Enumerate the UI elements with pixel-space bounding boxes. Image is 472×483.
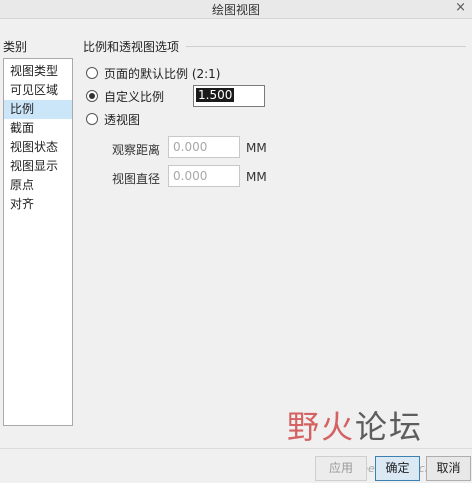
viewing-distance-input: 0.000 bbox=[168, 136, 240, 158]
apply-button[interactable]: 应用 bbox=[315, 456, 367, 481]
perspective-label: 透视图 bbox=[104, 112, 141, 127]
category-list: 视图类型 可见区域 比例 截面 视图状态 视图显示 原点 对齐 bbox=[3, 58, 73, 426]
custom-scale-value: 1.500 bbox=[196, 88, 235, 102]
view-diameter-input: 0.000 bbox=[168, 165, 240, 187]
category-item-origin[interactable]: 原点 bbox=[4, 176, 72, 195]
custom-scale-input[interactable]: 1.500 bbox=[193, 85, 265, 107]
category-item-visible-area[interactable]: 可见区域 bbox=[4, 81, 72, 100]
default-scale-label: 页面的默认比例 (2:1) bbox=[104, 66, 221, 81]
category-label: 类别 bbox=[3, 40, 28, 54]
title-bar: 绘图视图 × bbox=[0, 0, 472, 19]
viewing-distance-label: 观察距离 bbox=[112, 143, 161, 157]
group-title: 比例和透视图选项 bbox=[83, 40, 180, 54]
custom-scale-option[interactable]: 自定义比例 bbox=[86, 88, 164, 104]
perspective-option[interactable]: 透视图 bbox=[86, 111, 140, 127]
custom-scale-label: 自定义比例 bbox=[104, 89, 165, 104]
view-diameter-unit: MM bbox=[246, 170, 267, 184]
category-item-scale[interactable]: 比例 bbox=[4, 100, 72, 119]
cancel-button[interactable]: 取消 bbox=[426, 456, 471, 481]
viewing-distance-unit: MM bbox=[246, 141, 267, 155]
default-scale-option[interactable]: 页面的默认比例 (2:1) bbox=[86, 65, 221, 81]
category-item-view-display[interactable]: 视图显示 bbox=[4, 157, 72, 176]
window-title: 绘图视图 bbox=[211, 3, 260, 17]
group-divider bbox=[186, 46, 466, 47]
view-diameter-label: 视图直径 bbox=[112, 172, 161, 186]
category-item-alignment[interactable]: 对齐 bbox=[4, 195, 72, 214]
close-icon[interactable]: × bbox=[455, 0, 466, 15]
watermark-logo: 野火论坛 bbox=[287, 408, 424, 446]
category-item-section[interactable]: 截面 bbox=[4, 119, 72, 138]
footer-divider bbox=[0, 448, 472, 449]
category-item-view-state[interactable]: 视图状态 bbox=[4, 138, 72, 157]
category-item-view-type[interactable]: 视图类型 bbox=[4, 62, 72, 81]
radio-checked-icon[interactable] bbox=[86, 90, 98, 102]
ok-button[interactable]: 确定 bbox=[375, 456, 420, 481]
radio-icon[interactable] bbox=[86, 113, 98, 125]
radio-icon[interactable] bbox=[86, 67, 98, 79]
